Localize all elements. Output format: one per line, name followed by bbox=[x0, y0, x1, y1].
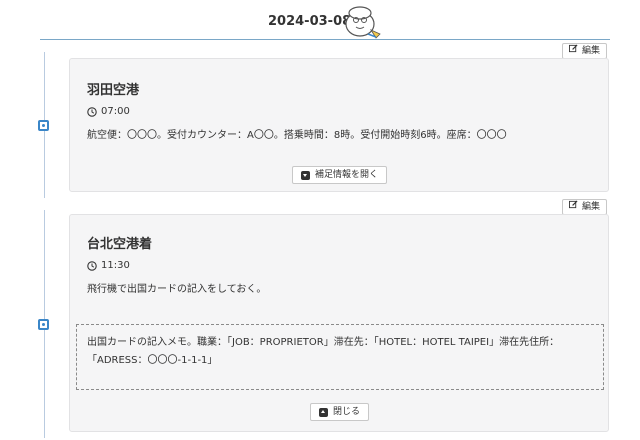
timeline-marker-icon bbox=[38, 120, 49, 131]
caret-up-square-icon bbox=[319, 407, 328, 417]
card-time-value: 07:00 bbox=[101, 106, 130, 117]
edit-button[interactable]: 編集 bbox=[562, 199, 608, 215]
edit-button-label: 編集 bbox=[582, 202, 601, 212]
close-supplement-button[interactable]: 閉じる bbox=[310, 403, 370, 421]
card-title: 羽田空港 bbox=[87, 83, 140, 98]
mascot-illustration-icon bbox=[340, 4, 386, 40]
card-time: 07:00 bbox=[87, 106, 130, 117]
header-divider bbox=[40, 39, 610, 40]
card-description: 飛行機で出国カードの記入をしておく。 bbox=[87, 284, 267, 295]
card-title: 台北空港着 bbox=[87, 237, 153, 252]
date-header: 2024-03-08 bbox=[0, 0, 640, 40]
timeline-marker-icon bbox=[38, 319, 49, 330]
date-title: 2024-03-08 bbox=[268, 14, 352, 29]
card-time: 11:30 bbox=[87, 260, 130, 271]
memo-line: 出国カードの記入メモ。職業：「JOB：PROPRIETOR」滞在先：「HOTEL… bbox=[87, 337, 560, 348]
card-time-value: 11:30 bbox=[101, 260, 130, 271]
expand-button-label: 補足情報を開く bbox=[315, 170, 379, 180]
clock-icon bbox=[87, 106, 97, 117]
clock-icon bbox=[87, 260, 97, 271]
memo-line: 「ADRESS：〇〇〇-1-1-1」 bbox=[87, 355, 218, 366]
edit-icon bbox=[569, 44, 578, 58]
timeline-card: 羽田空港 07:00 航空便：〇〇〇。受付カウンター：A〇〇。搭乗時間：8時。受… bbox=[69, 58, 609, 192]
timeline-card: 台北空港着 11:30 飛行機で出国カードの記入をしておく。 出国カードの記入メ… bbox=[69, 214, 609, 432]
edit-button-label: 編集 bbox=[582, 46, 601, 56]
expand-supplement-button[interactable]: 補足情報を開く bbox=[292, 166, 388, 184]
supplement-memo-box: 出国カードの記入メモ。職業：「JOB：PROPRIETOR」滞在先：「HOTEL… bbox=[76, 324, 604, 390]
card-description: 航空便：〇〇〇。受付カウンター：A〇〇。搭乗時間：8時。受付開始時刻6時。座席：… bbox=[87, 130, 507, 141]
edit-button[interactable]: 編集 bbox=[562, 43, 608, 59]
caret-down-square-icon bbox=[301, 170, 310, 180]
close-button-label: 閉じる bbox=[333, 407, 361, 417]
edit-icon bbox=[569, 200, 578, 214]
